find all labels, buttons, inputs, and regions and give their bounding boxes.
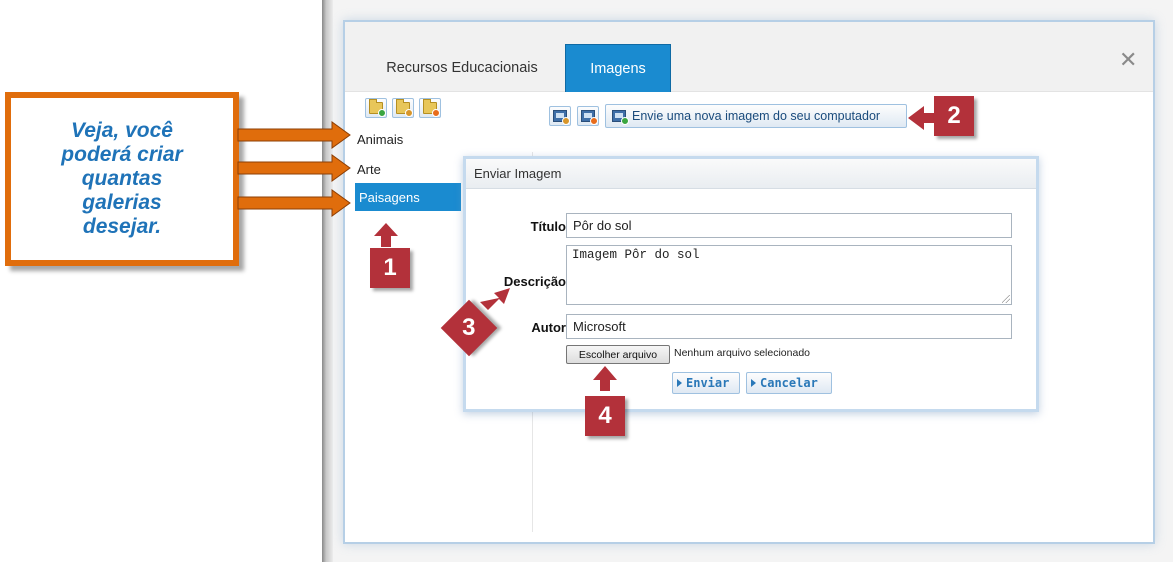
resize-handle-icon[interactable]	[1002, 295, 1010, 303]
file-status-text: Nenhum arquivo selecionado	[674, 347, 811, 359]
edit-image-button[interactable]	[549, 106, 571, 126]
callout-box: Veja, você poderá criar quantas galerias…	[5, 92, 239, 266]
step-marker-3-label: 3	[462, 314, 476, 342]
resources-window: Recursos Educacionais Imagens ✕ Animais …	[343, 20, 1155, 544]
choose-file-button[interactable]: Escolher arquivo	[566, 345, 670, 364]
step-marker-1: 1	[370, 248, 410, 288]
step-marker-2: 2	[934, 96, 974, 136]
titulo-field[interactable]: Pôr do sol	[566, 213, 1012, 238]
cancel-label: Cancelar	[760, 376, 818, 390]
tab-imagens[interactable]: Imagens	[565, 44, 671, 92]
edit-gallery-button[interactable]	[392, 98, 414, 118]
callout-line: poderá criar	[61, 143, 183, 166]
callout-text: Veja, você poderá criar quantas galerias…	[47, 119, 197, 239]
submit-label: Enviar	[686, 376, 730, 390]
upload-image-button[interactable]: Envie uma nova imagem do seu computador	[605, 104, 907, 128]
tab-recursos-educacionais[interactable]: Recursos Educacionais	[359, 44, 565, 92]
gallery-item-animais[interactable]: Animais	[355, 125, 461, 153]
close-icon[interactable]: ✕	[1119, 50, 1137, 72]
upload-button-label: Envie uma nova imagem do seu computador	[632, 109, 881, 123]
upload-dialog: Enviar Imagem Título Pôr do sol Descriçã…	[463, 156, 1039, 412]
play-icon	[751, 379, 756, 387]
descricao-field[interactable]: Imagem Pôr do sol	[566, 245, 1012, 305]
callout-line: galerias	[82, 191, 162, 214]
folder-edit-icon	[396, 99, 413, 117]
titulo-label: Título	[530, 219, 566, 234]
step-marker-4: 4	[585, 396, 625, 436]
dialog-title: Enviar Imagem	[466, 159, 1036, 189]
tab-bar: Recursos Educacionais Imagens ✕	[345, 22, 1153, 92]
gallery-item-paisagens[interactable]: Paisagens	[355, 183, 461, 211]
play-icon	[677, 379, 682, 387]
gallery-item-arte[interactable]: Arte	[355, 155, 461, 183]
callout-line: desejar.	[82, 215, 162, 238]
cancel-button[interactable]: Cancelar	[746, 372, 832, 394]
autor-field[interactable]: Microsoft	[566, 314, 1012, 339]
add-gallery-button[interactable]	[365, 98, 387, 118]
delete-image-button[interactable]	[577, 106, 599, 126]
image-edit-icon	[553, 110, 570, 125]
descricao-value: Imagem Pôr do sol	[572, 248, 700, 262]
folder-delete-icon	[423, 99, 440, 117]
submit-button[interactable]: Enviar	[672, 372, 740, 394]
folder-add-icon	[369, 99, 386, 117]
descricao-label: Descrição	[503, 274, 566, 289]
image-upload-icon	[612, 110, 629, 125]
callout-line: Veja, você	[71, 119, 173, 142]
delete-gallery-button[interactable]	[419, 98, 441, 118]
image-delete-icon	[581, 110, 598, 125]
callout-line: quantas	[81, 167, 163, 190]
